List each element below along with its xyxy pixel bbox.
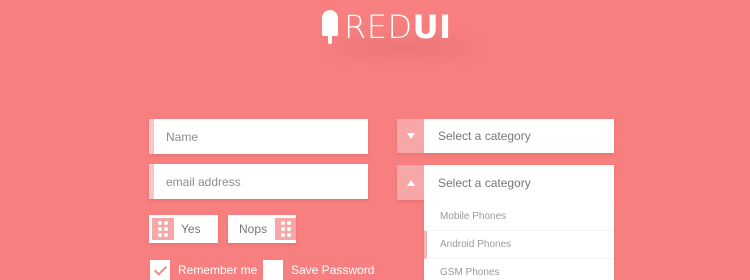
remember-me-checkbox-row[interactable]: Remember me [150,260,257,280]
dropdown-item-gsm-phones[interactable]: GSM Phones [424,259,614,280]
dropdown-item-android-phones[interactable]: Android Phones [424,231,614,259]
category-select-closed[interactable]: Select a category [397,119,614,153]
popsicle-icon [322,10,338,44]
logo-text-ui: UI [412,8,452,46]
save-password-checkbox[interactable] [263,260,283,280]
save-password-label: Save Password [291,263,375,277]
yes-toggle-button[interactable]: Yes [149,215,218,243]
email-input[interactable] [149,164,368,199]
name-input[interactable] [149,119,368,154]
category-select-open[interactable]: Select a category [397,165,614,200]
logo-text: REDUI [344,10,451,44]
dropdown-item-mobile-phones[interactable]: Mobile Phones [424,200,614,231]
nops-toggle-button[interactable]: Nops [228,215,296,243]
category-select-value: Select a category [438,175,531,190]
remember-me-label: Remember me [178,263,258,277]
remember-me-checkbox[interactable] [150,260,170,280]
grid-dots-icon [275,218,296,240]
logo: REDUI [322,10,451,44]
category-select-value: Select a category [438,129,531,143]
triangle-up-icon[interactable] [397,165,424,200]
save-password-checkbox-row[interactable]: Save Password [263,260,374,280]
triangle-down-icon[interactable] [397,119,424,153]
yes-toggle-label: Yes [181,222,201,236]
nops-toggle-label: Nops [239,222,268,236]
logo-text-red: RED [344,8,413,46]
grid-dots-icon [152,218,174,240]
category-dropdown-list: Mobile Phones Android Phones GSM Phones [424,200,614,280]
